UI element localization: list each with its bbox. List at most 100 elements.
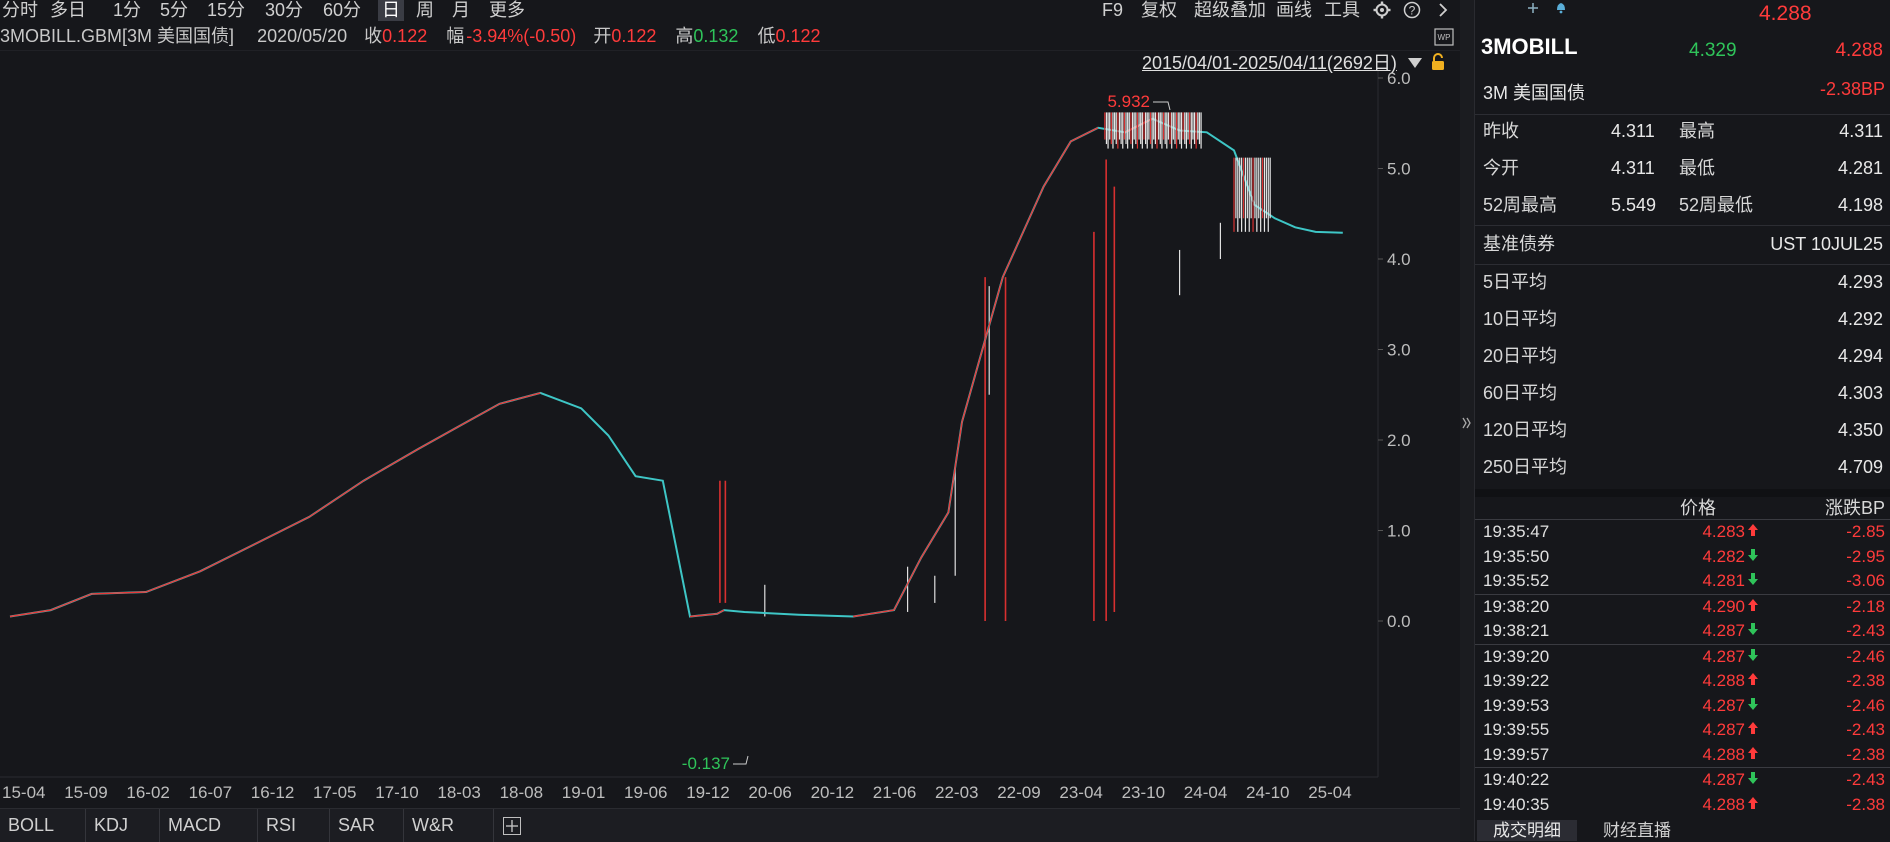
instrument-full-name: 3M 美国国债 xyxy=(1483,83,1586,103)
bar-info-line: 3MOBILL.GBM[3M 美国国债] 2020/05/20 收0.122 幅… xyxy=(0,24,820,48)
add-indicator-icon[interactable] xyxy=(503,817,521,835)
bottom-tabs: 成交明细 财经直播 xyxy=(1475,820,1890,841)
timeframe-intraday[interactable]: 分时 xyxy=(2,0,38,21)
symbol-label: 3MOBILL.GBM[3M 美国国债] xyxy=(0,26,235,46)
tick-time: 19:40:22 xyxy=(1483,770,1550,789)
indicator-boll[interactable]: BOLL xyxy=(0,809,86,842)
tick-row: 19:35:52 4.281 -3.06 xyxy=(1475,569,1890,593)
arrow-up-icon xyxy=(1747,520,1763,544)
draw-button[interactable]: 画线 xyxy=(1276,0,1312,21)
tick-row: 19:40:22 4.287 -2.43 xyxy=(1475,768,1890,792)
stat-label: 52周最高 xyxy=(1483,195,1558,215)
tab-trade-details[interactable]: 成交明细 xyxy=(1477,820,1577,841)
wp-icon[interactable]: WP xyxy=(1434,28,1454,46)
average-label: 250日平均 xyxy=(1483,457,1568,477)
chevron-right-icon[interactable] xyxy=(1437,2,1449,18)
tick-header: 价格 涨跌BP xyxy=(1475,496,1890,520)
tick-change: -2.46 xyxy=(1846,695,1885,715)
tools-button[interactable]: 工具 xyxy=(1324,0,1360,21)
timeframe-more[interactable]: 更多 xyxy=(489,0,525,21)
tick-price: 4.290 xyxy=(1702,596,1745,616)
benchmark-value: UST 10JUL25 xyxy=(1770,234,1883,254)
x-tick-label: 15-04 xyxy=(2,783,45,802)
price-series-line xyxy=(9,117,1343,618)
tab-financial-live[interactable]: 财经直播 xyxy=(1587,820,1687,841)
svg-text:?: ? xyxy=(1409,4,1416,18)
double-chevron-right-icon[interactable] xyxy=(1462,416,1472,430)
x-tick-label: 16-07 xyxy=(189,783,232,802)
lock-icon[interactable] xyxy=(1430,53,1446,71)
min-value-label: -0.137 xyxy=(682,754,730,773)
stat-label: 最高 xyxy=(1679,121,1715,141)
tick-price: 4.283 xyxy=(1702,522,1745,541)
indicator-wr[interactable]: W&R xyxy=(404,809,494,842)
stat-value: 4.198 xyxy=(1837,195,1883,215)
tick-price: 4.287 xyxy=(1702,695,1745,715)
average-value: 4.709 xyxy=(1837,457,1883,477)
open-value: 0.122 xyxy=(611,26,657,46)
stat-label: 昨收 xyxy=(1483,121,1519,141)
timeframe-1min[interactable]: 1分 xyxy=(113,0,141,21)
price-series-red-overlay xyxy=(9,118,1153,618)
stat-label: 52周最低 xyxy=(1679,195,1754,215)
tick-price: 4.281 xyxy=(1702,571,1745,590)
tick-price: 4.287 xyxy=(1702,720,1745,739)
bell-icon[interactable] xyxy=(1555,1,1567,14)
date-range-selector[interactable]: 2015/04/01-2025/04/11(2692日) xyxy=(1142,52,1397,74)
stat-value: 4.281 xyxy=(1837,158,1883,178)
average-label: 5日平均 xyxy=(1483,272,1548,292)
quote-panel: 4.288 3MOBILL 4.329 4.288 3M 美国国债 -2.38B… xyxy=(1474,0,1890,841)
y-tick-label: 1.0 xyxy=(1387,522,1411,541)
average-label: 60日平均 xyxy=(1483,383,1558,403)
indicator-rsi[interactable]: RSI xyxy=(258,809,330,842)
arrow-up-icon xyxy=(1747,718,1763,742)
arrow-down-icon xyxy=(1747,619,1763,643)
f9-button[interactable]: F9 xyxy=(1102,0,1123,21)
panel-splitter[interactable] xyxy=(1460,0,1474,841)
indicator-kdj[interactable]: KDJ xyxy=(86,809,160,842)
arrow-down-icon xyxy=(1747,645,1763,669)
timeframe-30min[interactable]: 30分 xyxy=(265,0,303,21)
change-bp: -2.38BP xyxy=(1819,79,1885,99)
average-value: 4.294 xyxy=(1837,346,1883,366)
tick-change: -2.38 xyxy=(1846,744,1885,764)
x-tick-label: 17-10 xyxy=(375,783,418,802)
gear-icon[interactable] xyxy=(1373,1,1391,19)
stats-row: 昨收 4.311 最高 4.311 xyxy=(1475,113,1890,149)
y-tick-label: 5.0 xyxy=(1387,160,1411,179)
tick-row: 19:39:57 4.288 -2.38 xyxy=(1475,743,1890,767)
timeframe-day[interactable]: 日 xyxy=(378,0,404,21)
timeframe-60min[interactable]: 60分 xyxy=(323,0,361,21)
price-chart[interactable]: 6.05.04.03.02.01.00.0 15-04 15-09 16-02 16-… xyxy=(0,50,1460,810)
stats-row: 52周最高 5.549 52周最低 4.198 xyxy=(1475,187,1890,223)
benchmark-row: 基准债券 UST 10JUL25 xyxy=(1475,226,1890,262)
tick-price: 4.288 xyxy=(1702,671,1745,690)
timeframe-15min[interactable]: 15分 xyxy=(207,0,245,21)
x-tick-label: 24-04 xyxy=(1184,783,1227,802)
tick-change: -2.38 xyxy=(1846,794,1885,814)
timeframe-multiday[interactable]: 多日 xyxy=(50,0,86,21)
instrument-name: 3MOBILL xyxy=(1481,34,1578,59)
plus-icon[interactable] xyxy=(1527,2,1539,14)
average-row: 60日平均 4.303 xyxy=(1475,375,1890,411)
range-label: 幅 xyxy=(446,26,465,46)
stat-label: 今开 xyxy=(1483,158,1519,178)
timeframe-5min[interactable]: 5分 xyxy=(160,0,188,21)
help-icon[interactable]: ? xyxy=(1403,1,1421,19)
stat-value: 5.549 xyxy=(1611,195,1657,215)
tick-row: 19:39:55 4.287 -2.43 xyxy=(1475,718,1890,742)
y-tick-label: 0.0 xyxy=(1387,612,1411,631)
triangle-down-icon[interactable] xyxy=(1408,57,1422,69)
bid-price: 4.329 xyxy=(1689,40,1737,61)
x-tick-label: 20-12 xyxy=(811,783,854,802)
tick-price: 4.287 xyxy=(1702,646,1745,666)
timeframe-month[interactable]: 月 xyxy=(452,0,470,21)
adjust-button[interactable]: 复权 xyxy=(1141,0,1177,21)
tick-time: 19:35:47 xyxy=(1483,522,1550,541)
indicator-sar[interactable]: SAR xyxy=(330,809,404,842)
overlay-button[interactable]: 超级叠加 xyxy=(1194,0,1266,21)
indicator-macd[interactable]: MACD xyxy=(160,809,258,842)
timeframe-week[interactable]: 周 xyxy=(416,0,434,21)
max-pointer xyxy=(1153,101,1171,111)
bar-date: 2020/05/20 xyxy=(257,26,348,46)
